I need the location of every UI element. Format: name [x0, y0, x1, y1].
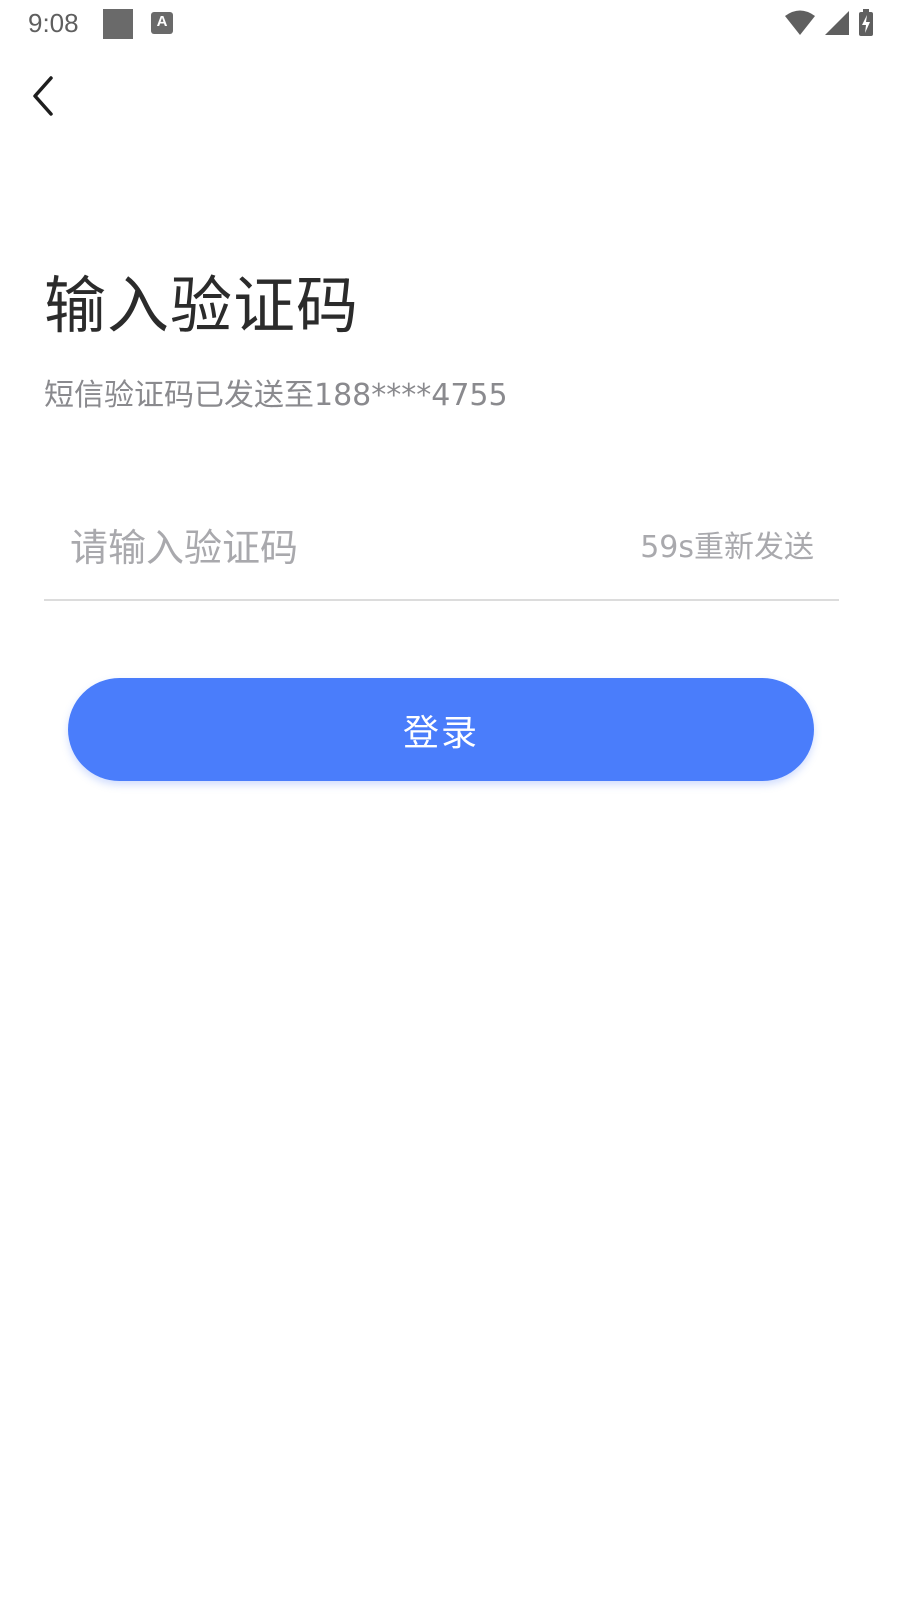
wifi-icon [785, 10, 815, 35]
battery-charging-icon [859, 9, 873, 36]
status-bar: 9:08 A [0, 0, 900, 50]
text-notification-icon: A [151, 12, 173, 34]
chevron-left-icon [33, 76, 53, 116]
verification-code-input[interactable] [70, 518, 590, 578]
resend-code-button[interactable]: 59s重新发送 [640, 528, 814, 568]
login-button[interactable]: 登录 [68, 678, 814, 781]
page-title: 输入验证码 [44, 269, 360, 342]
back-button[interactable] [18, 70, 70, 122]
status-icons [784, 8, 874, 38]
sms-sent-notice: 短信验证码已发送至188****4755 [44, 378, 508, 413]
signal-icon [825, 11, 849, 35]
notification-square-icon [103, 9, 133, 39]
text-notification-glyph: A [156, 13, 168, 30]
input-divider [44, 599, 839, 601]
status-time: 9:08 [28, 8, 79, 38]
